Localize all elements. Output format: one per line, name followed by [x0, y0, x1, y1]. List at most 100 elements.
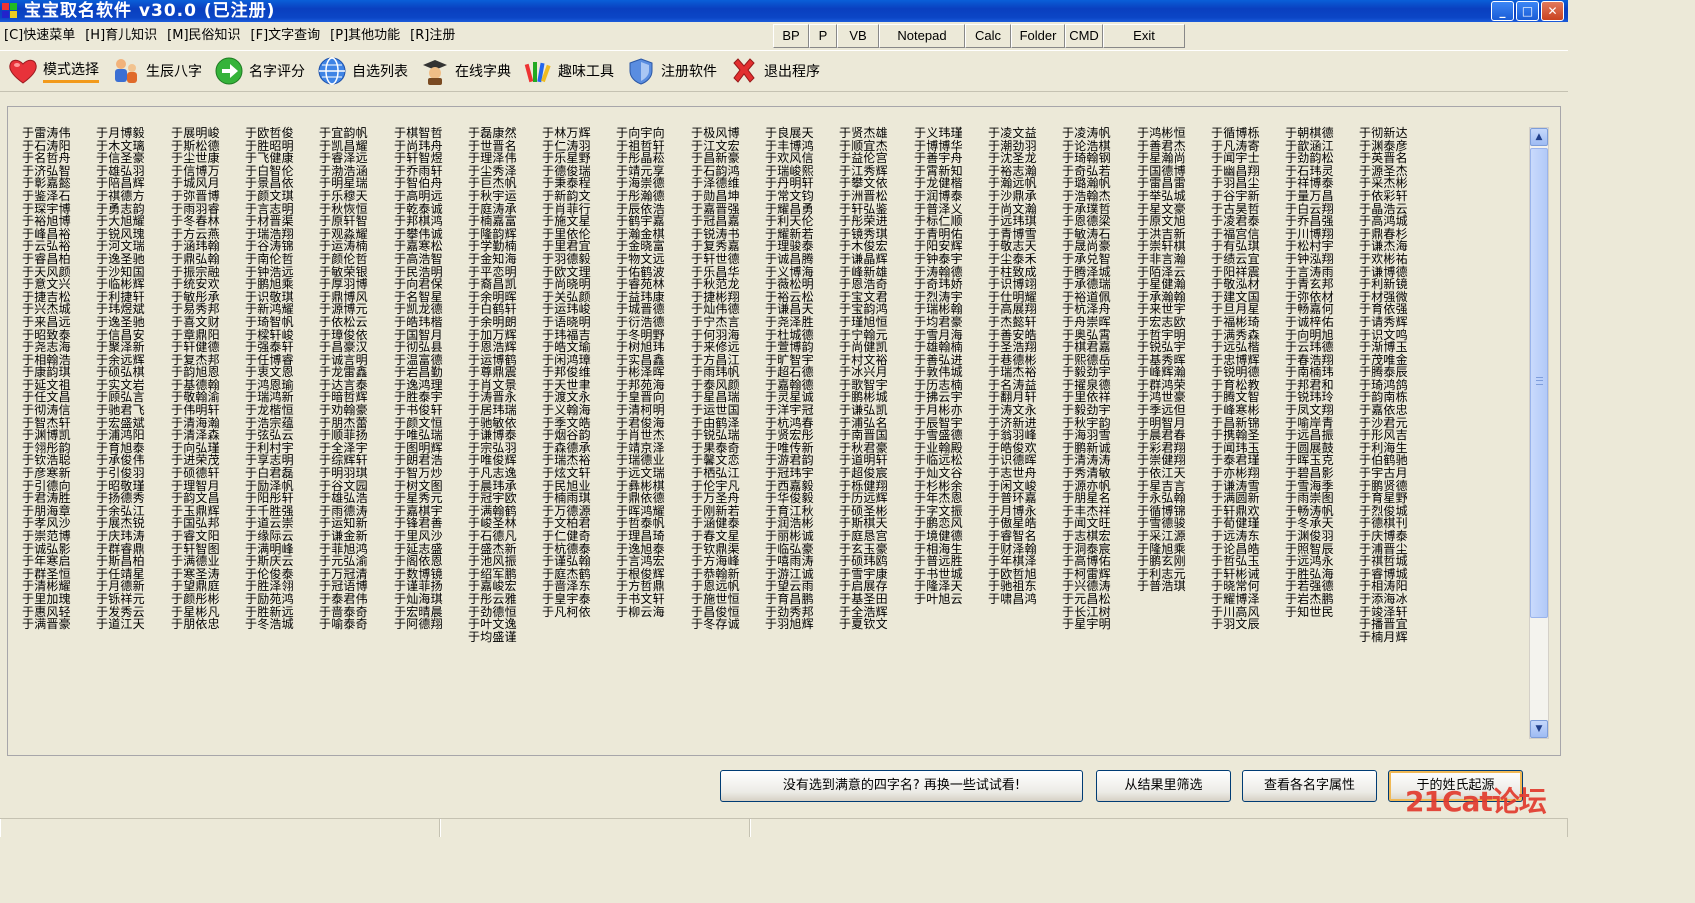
name-entry[interactable]: 于敬泓材	[1211, 278, 1273, 291]
name-entry[interactable]: 于圣浩翔	[988, 341, 1050, 354]
name-entry[interactable]: 于材晋渠	[245, 215, 307, 228]
name-entry[interactable]: 于秀清敏	[1062, 467, 1124, 480]
name-entry[interactable]: 于年棋泽	[988, 555, 1050, 568]
name-entry[interactable]: 于道江天	[96, 618, 158, 631]
name-entry[interactable]: 于英晋名	[1359, 152, 1421, 165]
name-entry[interactable]: 于雪盛德	[914, 429, 976, 442]
name-entry[interactable]: 于凡志逸	[468, 467, 530, 480]
name-entry[interactable]: 于依江天	[1137, 467, 1199, 480]
name-entry[interactable]: 于皇宇泰	[542, 593, 604, 606]
name-entry[interactable]: 于书文轩	[616, 593, 678, 606]
name-entry[interactable]: 于阁依恩	[394, 555, 456, 568]
name-entry[interactable]: 于颜彤彬	[171, 593, 233, 606]
name-entry[interactable]: 于唯弘瑞	[394, 429, 456, 442]
name-entry[interactable]: 于岩杰鹏	[1285, 593, 1347, 606]
name-entry[interactable]: 于永弘翰	[1137, 492, 1199, 505]
name-entry[interactable]: 于贤宏彤	[765, 429, 827, 442]
name-entry[interactable]: 于雨玮帆	[691, 366, 753, 379]
mode-select-button[interactable]: 模式选择	[4, 52, 107, 90]
name-entry[interactable]: 于睿苑林	[616, 278, 678, 291]
name-entry[interactable]: 于理昌琦	[616, 530, 678, 543]
name-entry[interactable]: 于皓玮楷	[394, 316, 456, 329]
name-entry[interactable]: 于尘泰禾	[988, 253, 1050, 266]
name-entry[interactable]: 于喜文财	[171, 316, 233, 329]
menu-text-lookup[interactable]: [F]文字查询	[247, 24, 327, 48]
name-entry[interactable]: 于弦弘云	[245, 429, 307, 442]
name-score-button[interactable]: 名字评分	[210, 52, 313, 90]
name-entry[interactable]: 于浩翰杰	[1062, 190, 1124, 203]
name-entry[interactable]: 于请秀辉	[1359, 316, 1421, 329]
name-entry[interactable]: 于远文瑞	[616, 467, 678, 480]
name-entry[interactable]: 于彻弘县	[394, 341, 456, 354]
name-entry[interactable]: 于裕旭博	[22, 215, 84, 228]
name-entry[interactable]: 于硕弘棋	[96, 366, 158, 379]
name-entry[interactable]: 于强泰轩	[245, 341, 307, 354]
name-entry[interactable]: 于书俊轩	[394, 404, 456, 417]
name-entry[interactable]: 于采江源	[1137, 530, 1199, 543]
name-entry[interactable]: 于衍浩德	[616, 316, 678, 329]
name-entry[interactable]: 于叶文逸	[468, 618, 530, 631]
name-entry[interactable]: 于龙雷鑫	[319, 366, 381, 379]
name-entry[interactable]: 于睿泽远	[319, 152, 381, 165]
name-entry[interactable]: 于尊鼎震	[468, 366, 530, 379]
exit-program-button[interactable]: 退出程序	[725, 52, 828, 90]
name-entry[interactable]: 于宜韵帆	[319, 127, 381, 140]
name-entry[interactable]: 于高鸿城	[1359, 215, 1421, 228]
name-entry[interactable]: 于金知海	[468, 253, 530, 266]
name-entry[interactable]: 于涛文永	[988, 404, 1050, 417]
name-entry[interactable]: 于运世国	[691, 404, 753, 417]
name-entry[interactable]: 于满德业	[171, 555, 233, 568]
name-entry[interactable]: 于锐明德	[1211, 366, 1273, 379]
name-entry[interactable]: 于谦金新	[319, 530, 381, 543]
name-entry[interactable]: 于标仁顺	[914, 215, 976, 228]
name-entry[interactable]: 于远昌振	[1285, 429, 1347, 442]
close-button[interactable]: ✕	[1541, 1, 1564, 21]
name-entry[interactable]: 于轩健德	[171, 341, 233, 354]
name-entry[interactable]: 于冰兴月	[839, 366, 901, 379]
name-entry[interactable]: 于季远但	[1137, 404, 1199, 417]
name-entry[interactable]: 于谨弘翰	[542, 555, 604, 568]
name-entry[interactable]: 于谦弘凯	[839, 404, 901, 417]
name-entry[interactable]: 于洲晋松	[839, 190, 901, 203]
name-entry[interactable]: 于元弘渝	[319, 555, 381, 568]
name-entry[interactable]: 于彦寒新	[22, 467, 84, 480]
name-entry[interactable]: 于哲弘玉	[1211, 555, 1273, 568]
name-entry[interactable]: 于向宇向	[616, 127, 678, 140]
name-entry[interactable]: 于语晓明	[542, 316, 604, 329]
name-entry[interactable]: 于清柯明	[616, 404, 678, 417]
name-entry[interactable]: 于白君磊	[245, 467, 307, 480]
p-button[interactable]: P	[809, 24, 837, 48]
name-entry[interactable]: 于宏志欧	[1137, 316, 1199, 329]
name-entry[interactable]: 于励苑鸿	[245, 593, 307, 606]
name-entry[interactable]: 于福彬琦	[1211, 316, 1273, 329]
name-entry[interactable]: 于普环嘉	[988, 492, 1050, 505]
name-entry[interactable]: 于言鸿宏	[616, 555, 678, 568]
name-entry[interactable]: 于冠玮宇	[765, 467, 827, 480]
name-entry[interactable]: 于峰辉瀚	[1137, 366, 1199, 379]
name-entry[interactable]: 于育星野	[1359, 492, 1421, 505]
name-entry[interactable]: 于耀博泽	[1211, 593, 1273, 606]
name-entry[interactable]: 于远涛东	[1211, 530, 1273, 543]
name-entry[interactable]: 于尧泽胜	[765, 316, 827, 329]
vertical-scrollbar[interactable]: ▲ ▼	[1529, 127, 1549, 739]
name-entry[interactable]: 于炫文轩	[542, 467, 604, 480]
name-entry[interactable]: 于明羽琪	[319, 467, 381, 480]
name-entry[interactable]: 于鉴泽石	[22, 190, 84, 203]
name-entry[interactable]: 于庭恳宫	[839, 530, 901, 543]
minimize-button[interactable]: _	[1491, 1, 1514, 21]
name-entry[interactable]: 于常文钧	[765, 190, 827, 203]
name-entry[interactable]: 于境健德	[914, 530, 976, 543]
name-entry[interactable]: 于凌涛帆	[1062, 127, 1124, 140]
cmd-button[interactable]: CMD	[1065, 24, 1103, 48]
name-entry[interactable]: 于劝翰豪	[319, 404, 381, 417]
name-entry[interactable]: 于形风吉	[1359, 429, 1421, 442]
name-entry[interactable]: 于历远辉	[839, 492, 901, 505]
name-entry[interactable]: 于肖世杰	[616, 429, 678, 442]
name-entry[interactable]: 于啸昌鸿	[988, 593, 1050, 606]
name-entry[interactable]: 于斯昌柏	[96, 555, 158, 568]
name-entry[interactable]: 于渐博玉	[1359, 341, 1421, 354]
name-entry[interactable]: 于羽文辰	[1211, 618, 1273, 631]
name-entry[interactable]: 于昌新豪	[691, 152, 753, 165]
name-entry[interactable]: 于依彩轩	[1359, 190, 1421, 203]
name-entry[interactable]: 于叶旭云	[914, 593, 976, 606]
